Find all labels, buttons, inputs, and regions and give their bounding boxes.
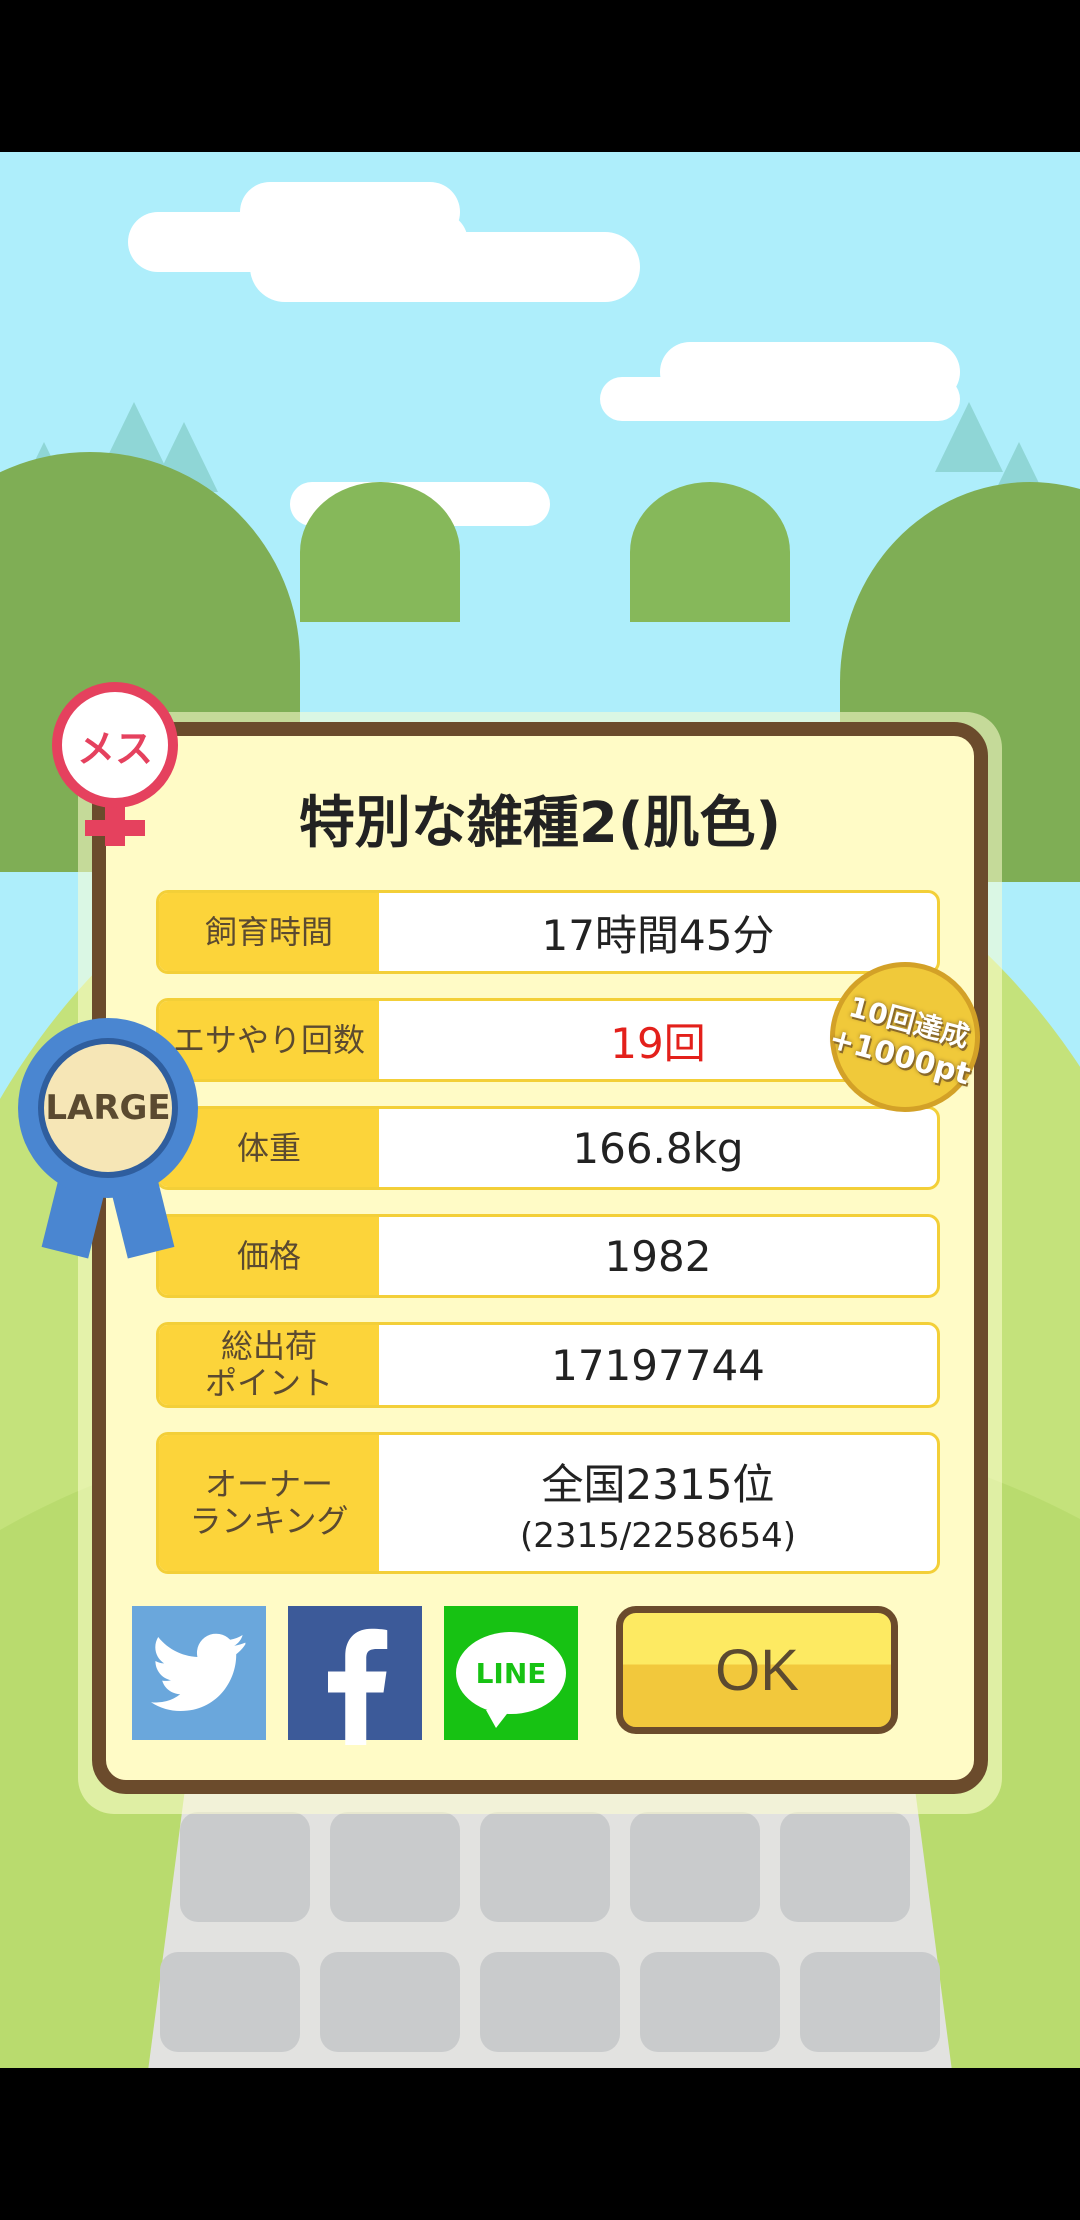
path-stone — [160, 1952, 300, 2052]
path-stone — [480, 1952, 620, 2052]
ribbon-label: LARGE — [38, 1038, 178, 1178]
stat-row-price: 価格 1982 — [156, 1214, 940, 1298]
facebook-share-button[interactable] — [288, 1606, 422, 1745]
cloud — [250, 232, 640, 302]
path-stone — [640, 1952, 780, 2052]
hill — [630, 482, 790, 622]
facebook-f-icon — [328, 1628, 388, 1745]
stat-row-weight: 体重 166.8kg — [156, 1106, 940, 1190]
path-stone — [630, 1812, 760, 1922]
navigation-bar-area — [0, 2068, 1080, 2220]
status-bar-area — [0, 0, 1080, 152]
path-stone — [320, 1952, 460, 2052]
stat-value: 17時間45分 — [541, 910, 775, 960]
large-size-ribbon-icon: LARGE — [18, 1018, 198, 1198]
path-stone — [330, 1812, 460, 1922]
ranking-detail: (2315/2258654) — [520, 1515, 796, 1556]
cloud — [240, 182, 460, 242]
stat-value: 17197744 — [551, 1340, 765, 1390]
stat-row-breeding-time: 飼育時間 17時間45分 — [156, 890, 940, 974]
female-gender-icon: メス — [52, 682, 178, 808]
ok-button[interactable]: OK — [616, 1606, 898, 1734]
hill — [300, 482, 460, 622]
line-share-button[interactable]: LINE — [444, 1606, 578, 1740]
path-stone — [800, 1952, 940, 2052]
cloud — [600, 377, 960, 421]
stat-row-total-points: 総出荷 ポイント 17197744 — [156, 1322, 940, 1408]
stat-label: 飼育時間 — [159, 893, 379, 971]
female-symbol-cross — [85, 820, 145, 836]
stat-value: 166.8kg — [572, 1123, 744, 1173]
line-logo-icon: LINE — [456, 1632, 566, 1728]
stat-value: 1982 — [604, 1231, 712, 1281]
ranking-value: 全国2315位 — [541, 1459, 775, 1509]
game-scene: 特別な雑種2(肌色) 飼育時間 17時間45分 エサやり回数 19回 体重 16… — [0, 152, 1080, 2068]
result-dialog: 特別な雑種2(肌色) 飼育時間 17時間45分 エサやり回数 19回 体重 16… — [92, 722, 988, 1794]
path-stone — [480, 1812, 610, 1922]
stat-row-feed-count: エサやり回数 19回 — [156, 998, 940, 1082]
path-stone — [780, 1812, 910, 1922]
path-stone — [180, 1812, 310, 1922]
stat-row-owner-ranking: オーナー ランキング 全国2315位 (2315/2258654) — [156, 1432, 940, 1574]
stat-label: オーナー ランキング — [159, 1435, 379, 1571]
stat-label: 総出荷 ポイント — [159, 1325, 379, 1405]
twitter-bird-icon — [151, 1633, 246, 1711]
stat-label: 価格 — [159, 1217, 379, 1295]
dialog-title: 特別な雑種2(肌色) — [298, 791, 782, 856]
stat-value-group: 全国2315位 (2315/2258654) — [379, 1435, 937, 1571]
stat-label: エサやり回数 — [159, 1001, 379, 1079]
twitter-share-button[interactable] — [132, 1606, 266, 1740]
